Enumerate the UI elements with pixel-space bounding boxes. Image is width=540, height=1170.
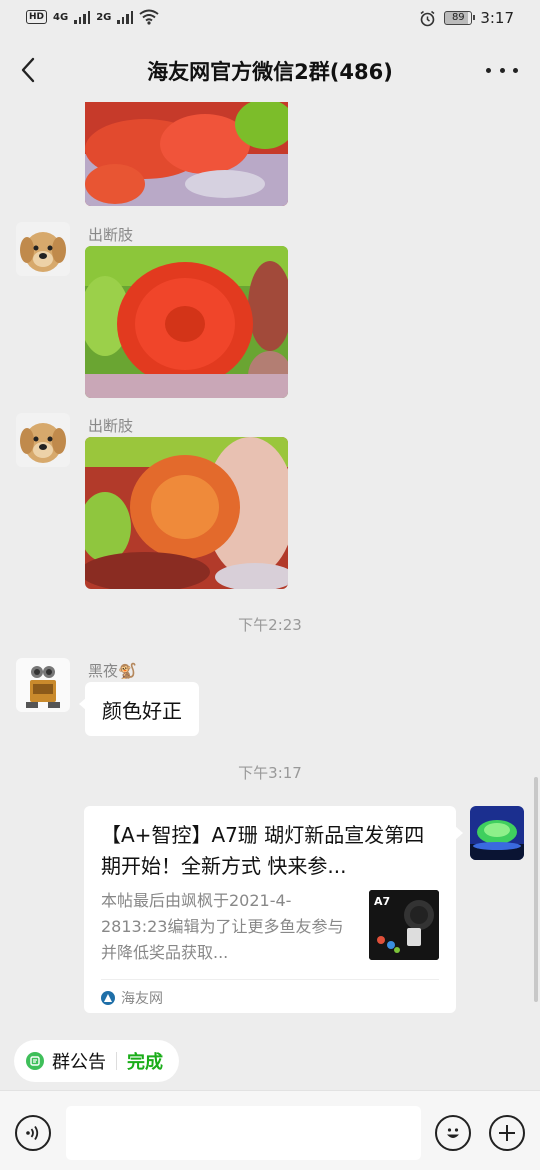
card-source: 海友网 [101, 979, 439, 1008]
thumb-label: A7 [374, 895, 390, 908]
message-text: 颜色好正 [102, 698, 182, 723]
sender-name: 出断肢 [88, 417, 134, 435]
text-message[interactable]: 颜色好正 [79, 682, 199, 736]
status-right: 89 3:17 [419, 9, 514, 27]
message-input[interactable] [66, 1106, 421, 1160]
card-title: 【A+智控】A7珊 瑚灯新品宣发第四期开始！全新方式 快来参... [101, 823, 425, 878]
clock: 3:17 [480, 9, 514, 27]
input-bar [0, 1090, 540, 1170]
card-source-name: 海友网 [121, 991, 163, 1007]
sender-name: 出断肢 [88, 226, 134, 244]
plus-button[interactable] [489, 1115, 525, 1151]
site-logo-icon [101, 991, 115, 1005]
chat-title: 海友网官方微信2群(486) [147, 60, 393, 84]
time-divider: 下午3:17 [238, 764, 302, 782]
more-button[interactable] [486, 64, 518, 76]
announcement-label: 群公告 [52, 1052, 106, 1073]
golden-retriever-avatar[interactable] [16, 222, 70, 276]
scrollbar[interactable] [534, 777, 538, 1002]
robot-avatar[interactable] [16, 658, 70, 712]
image-message[interactable] [85, 246, 288, 398]
announcement-icon [26, 1052, 44, 1070]
sender-name: 黑夜🐒 [88, 662, 137, 680]
signal-icon-2 [117, 10, 134, 24]
network-2g-label: 2G [96, 11, 112, 23]
group-announcement-chip[interactable]: 群公告 完成 [14, 1040, 179, 1082]
status-bar: HD 4G 2G 89 3:17 [0, 0, 540, 38]
emoji-button[interactable] [435, 1115, 471, 1151]
link-card-message[interactable]: 【A+智控】A7珊 瑚灯新品宣发第四期开始！全新方式 快来参... 本帖最后由飒… [84, 806, 463, 1013]
coral-photo [85, 437, 288, 589]
card-thumbnail: A7 [369, 890, 439, 960]
time-divider: 下午2:23 [238, 616, 302, 634]
divider [116, 1052, 117, 1070]
signal-icon [74, 10, 91, 24]
battery-icon: 89 [444, 11, 476, 25]
coral-photo [85, 102, 288, 206]
alarm-icon [420, 10, 435, 26]
done-button[interactable]: 完成 [127, 1048, 163, 1074]
card-description: 本帖最后由飒枫于2021-4-2813:23编辑为了让更多鱼友参与并降低奖品获取… [101, 891, 344, 962]
more-dots-icon [486, 67, 491, 73]
network-4g-label: 4G [53, 11, 69, 23]
chat-header: 海友网官方微信2群(486) [0, 38, 540, 102]
hd-badge: HD [26, 10, 48, 24]
coral-photo [85, 246, 288, 398]
message-list[interactable]: 出断肢 出断肢 下午2:23 黑夜🐒 颜色好正 下午3:17 【A+智控】A7珊… [0, 102, 540, 1030]
plus-icon [499, 1125, 515, 1141]
image-message[interactable] [85, 437, 288, 589]
emoji-icon [447, 1128, 459, 1138]
golden-retriever-avatar[interactable] [16, 413, 70, 467]
image-message[interactable] [85, 102, 288, 206]
wifi-icon [139, 9, 159, 25]
voice-button[interactable] [15, 1115, 51, 1151]
my-avatar[interactable] [470, 806, 524, 860]
status-left: HD 4G 2G [26, 9, 159, 25]
voice-icon [26, 1125, 39, 1141]
